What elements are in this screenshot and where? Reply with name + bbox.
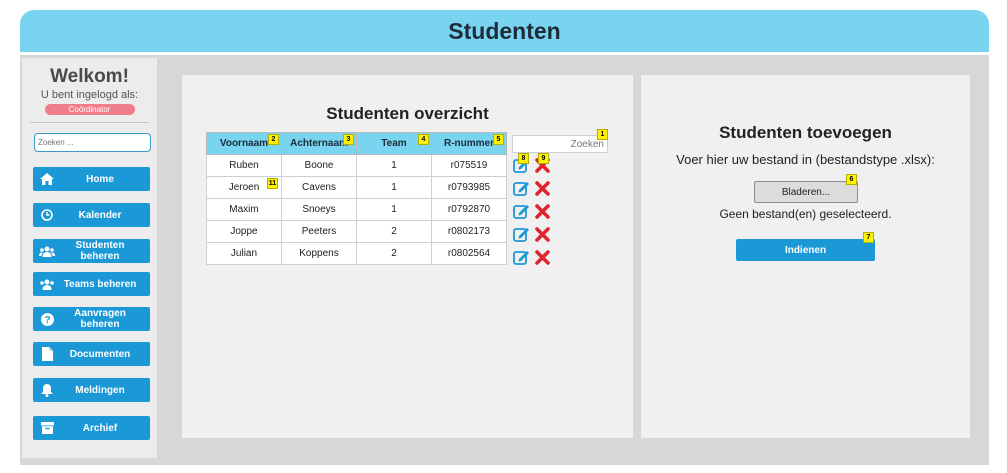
clock-icon — [36, 209, 58, 221]
cell-team: 2 — [356, 242, 432, 265]
hint-badge: 2 — [268, 134, 279, 145]
cell-team: 1 — [356, 198, 432, 221]
hint-badge: 11 — [267, 178, 278, 189]
document-icon — [36, 347, 58, 361]
cell-voornaam: Julian — [206, 242, 282, 265]
delete-icon[interactable] — [535, 226, 550, 247]
cell-r-nummer: r0793985 — [431, 176, 507, 199]
sidebar-item-kalender[interactable]: Kalender — [33, 203, 150, 227]
cell-team: 2 — [356, 220, 432, 243]
row-actions — [513, 180, 550, 201]
hint-badge: 1 — [597, 129, 608, 140]
sidebar: Welkom! U bent ingelogd als: Coördinator… — [22, 58, 157, 458]
cell-achternaam: Boone — [281, 154, 357, 177]
edit-icon[interactable] — [513, 226, 530, 247]
cell-r-nummer: r0802173 — [431, 220, 507, 243]
table-row: Julian Koppens 2 r0802564 — [206, 242, 507, 265]
table-row: Jeroen 11 Cavens 1 r0793985 — [206, 176, 507, 199]
no-file-label: Geen bestand(en) geselecteerd. — [719, 207, 892, 221]
cell-r-nummer: r075519 — [431, 154, 507, 177]
sidebar-item-label: Teams beheren — [63, 278, 137, 290]
sidebar-item-label: Kalender — [78, 209, 122, 221]
cell-achternaam: Peeters — [281, 220, 357, 243]
hint-badge: 5 — [493, 134, 504, 145]
students-table: Voornaam 2 Achternaam 3 Team 4 R-nummer … — [206, 132, 507, 265]
page-header: Studenten — [20, 10, 989, 52]
sidebar-item-aanvragen-beheren[interactable]: ? Aanvragen beheren — [33, 307, 150, 331]
upload-title: Studenten toevoegen — [719, 123, 892, 142]
hint-badge: 9 — [538, 153, 549, 164]
upload-instruction: Voer hier uw bestand in (bestandstype .x… — [676, 152, 935, 167]
sidebar-item-label: Meldingen — [75, 384, 125, 396]
hint-badge: 3 — [343, 134, 354, 145]
sidebar-item-home[interactable]: Home — [33, 167, 150, 191]
table-header-row: Voornaam 2 Achternaam 3 Team 4 R-nummer … — [206, 132, 507, 155]
sidebar-search-input[interactable] — [34, 133, 151, 152]
overview-title: Studenten overzicht — [326, 104, 489, 123]
sidebar-item-label: Aanvragen beheren — [74, 308, 126, 330]
delete-icon[interactable] — [535, 203, 550, 224]
hint-badge: 7 — [863, 232, 874, 243]
users-icon — [36, 246, 58, 257]
sidebar-item-label: Home — [86, 173, 114, 185]
svg-text:?: ? — [44, 315, 50, 326]
row-actions — [513, 203, 550, 224]
table-row: Ruben Boone 1 r075519 — [206, 154, 507, 177]
cell-voornaam: Ruben — [206, 154, 282, 177]
welcome-heading: Welkom! — [50, 66, 129, 87]
column-header-team[interactable]: Team 4 — [356, 132, 432, 155]
sidebar-item-documenten[interactable]: Documenten — [33, 342, 150, 366]
edit-icon[interactable] — [513, 203, 530, 224]
submit-button[interactable]: Indienen — [736, 239, 875, 261]
cell-team: 1 — [356, 154, 432, 177]
column-header-voornaam[interactable]: Voornaam 2 — [206, 132, 282, 155]
delete-icon[interactable] — [535, 180, 550, 201]
users-icon — [36, 279, 58, 290]
overview-panel: Studenten overzicht Voornaam 2 Achternaa… — [182, 75, 633, 438]
table-search-input[interactable] — [512, 135, 608, 153]
edit-icon[interactable] — [513, 249, 530, 270]
sidebar-item-meldingen[interactable]: Meldingen — [33, 378, 150, 402]
hint-badge: 8 — [518, 153, 529, 164]
sidebar-item-studenten-beheren[interactable]: Studenten beheren — [33, 239, 150, 263]
edit-icon[interactable] — [513, 180, 530, 201]
cell-achternaam: Koppens — [281, 242, 357, 265]
browse-button[interactable]: Bladeren... — [754, 181, 858, 203]
question-icon: ? — [36, 312, 58, 326]
hint-badge: 6 — [846, 174, 857, 185]
page-title: Studenten — [448, 17, 561, 44]
column-header-achternaam[interactable]: Achternaam 3 — [281, 132, 357, 155]
cell-r-nummer: r0792870 — [431, 198, 507, 221]
cell-achternaam: Cavens — [281, 176, 357, 199]
sidebar-item-label: Studenten beheren — [75, 240, 125, 262]
cell-achternaam: Snoeys — [281, 198, 357, 221]
cell-team: 1 — [356, 176, 432, 199]
delete-icon[interactable] — [535, 249, 550, 270]
table-row: Joppe Peeters 2 r0802173 — [206, 220, 507, 243]
archive-icon — [36, 422, 58, 434]
column-header-r-nummer[interactable]: R-nummer 5 — [431, 132, 507, 155]
bell-icon — [36, 383, 58, 397]
cell-r-nummer: r0802564 — [431, 242, 507, 265]
cell-voornaam: Jeroen 11 — [206, 176, 282, 199]
home-icon — [36, 173, 58, 185]
logged-in-label: U bent ingelogd als: — [40, 89, 139, 101]
row-actions — [513, 226, 550, 247]
upload-panel: Studenten toevoegen Voer hier uw bestand… — [641, 75, 970, 438]
hint-badge: 4 — [418, 134, 429, 145]
cell-voornaam: Joppe — [206, 220, 282, 243]
cell-voornaam: Maxim — [206, 198, 282, 221]
table-row: Maxim Snoeys 1 r0792870 — [206, 198, 507, 221]
sidebar-divider — [30, 122, 149, 123]
sidebar-item-label: Documenten — [69, 348, 131, 360]
sidebar-item-label: Archief — [82, 422, 118, 434]
sidebar-item-teams-beheren[interactable]: Teams beheren — [33, 272, 150, 296]
row-actions — [513, 249, 550, 270]
sidebar-item-archief[interactable]: Archief — [33, 416, 150, 440]
role-badge: Coördinator — [44, 104, 135, 115]
